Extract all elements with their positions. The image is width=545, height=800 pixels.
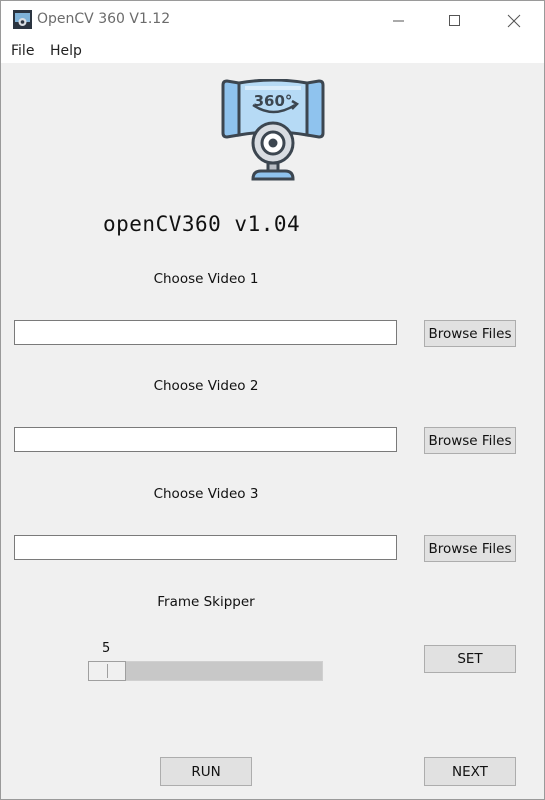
title-bar[interactable]: OpenCV 360 V1.12 [1, 1, 544, 40]
menu-file[interactable]: File [11, 43, 34, 59]
logo-badge-text: 360° [254, 92, 293, 110]
frame-skipper-label: Frame Skipper [157, 594, 255, 610]
app-heading: openCV360 v1.04 [103, 212, 301, 236]
window-title: OpenCV 360 V1.12 [37, 11, 171, 27]
frame-skipper-slider-handle[interactable] [88, 661, 126, 681]
close-button[interactable] [491, 1, 537, 40]
browse-video-3-button[interactable]: Browse Files [424, 535, 516, 562]
video-2-path-input[interactable] [14, 427, 397, 452]
maximize-button[interactable] [432, 1, 478, 40]
video-3-label: Choose Video 3 [153, 486, 259, 502]
browse-video-2-button[interactable]: Browse Files [424, 427, 516, 454]
slider-grip [107, 664, 108, 678]
app-window: OpenCV 360 V1.12 File Help 360° openCV36… [0, 0, 545, 800]
browse-video-1-button[interactable]: Browse Files [424, 320, 516, 347]
frame-skipper-value: 5 [102, 641, 111, 656]
video-2-label: Choose Video 2 [153, 378, 259, 394]
menu-bar: File Help [1, 40, 544, 64]
webcam-app-icon [13, 10, 32, 29]
next-button[interactable]: NEXT [424, 757, 516, 786]
menu-help[interactable]: Help [50, 43, 82, 59]
webcam-360-logo: 360° [221, 79, 325, 181]
maximize-icon [449, 14, 460, 26]
close-icon [507, 14, 521, 27]
video-1-label: Choose Video 1 [153, 271, 259, 287]
run-button[interactable]: RUN [160, 757, 252, 786]
minimize-icon [393, 20, 404, 21]
minimize-button[interactable] [376, 1, 422, 40]
video-1-path-input[interactable] [14, 320, 397, 345]
set-button[interactable]: SET [424, 645, 516, 673]
video-3-path-input[interactable] [14, 535, 397, 560]
